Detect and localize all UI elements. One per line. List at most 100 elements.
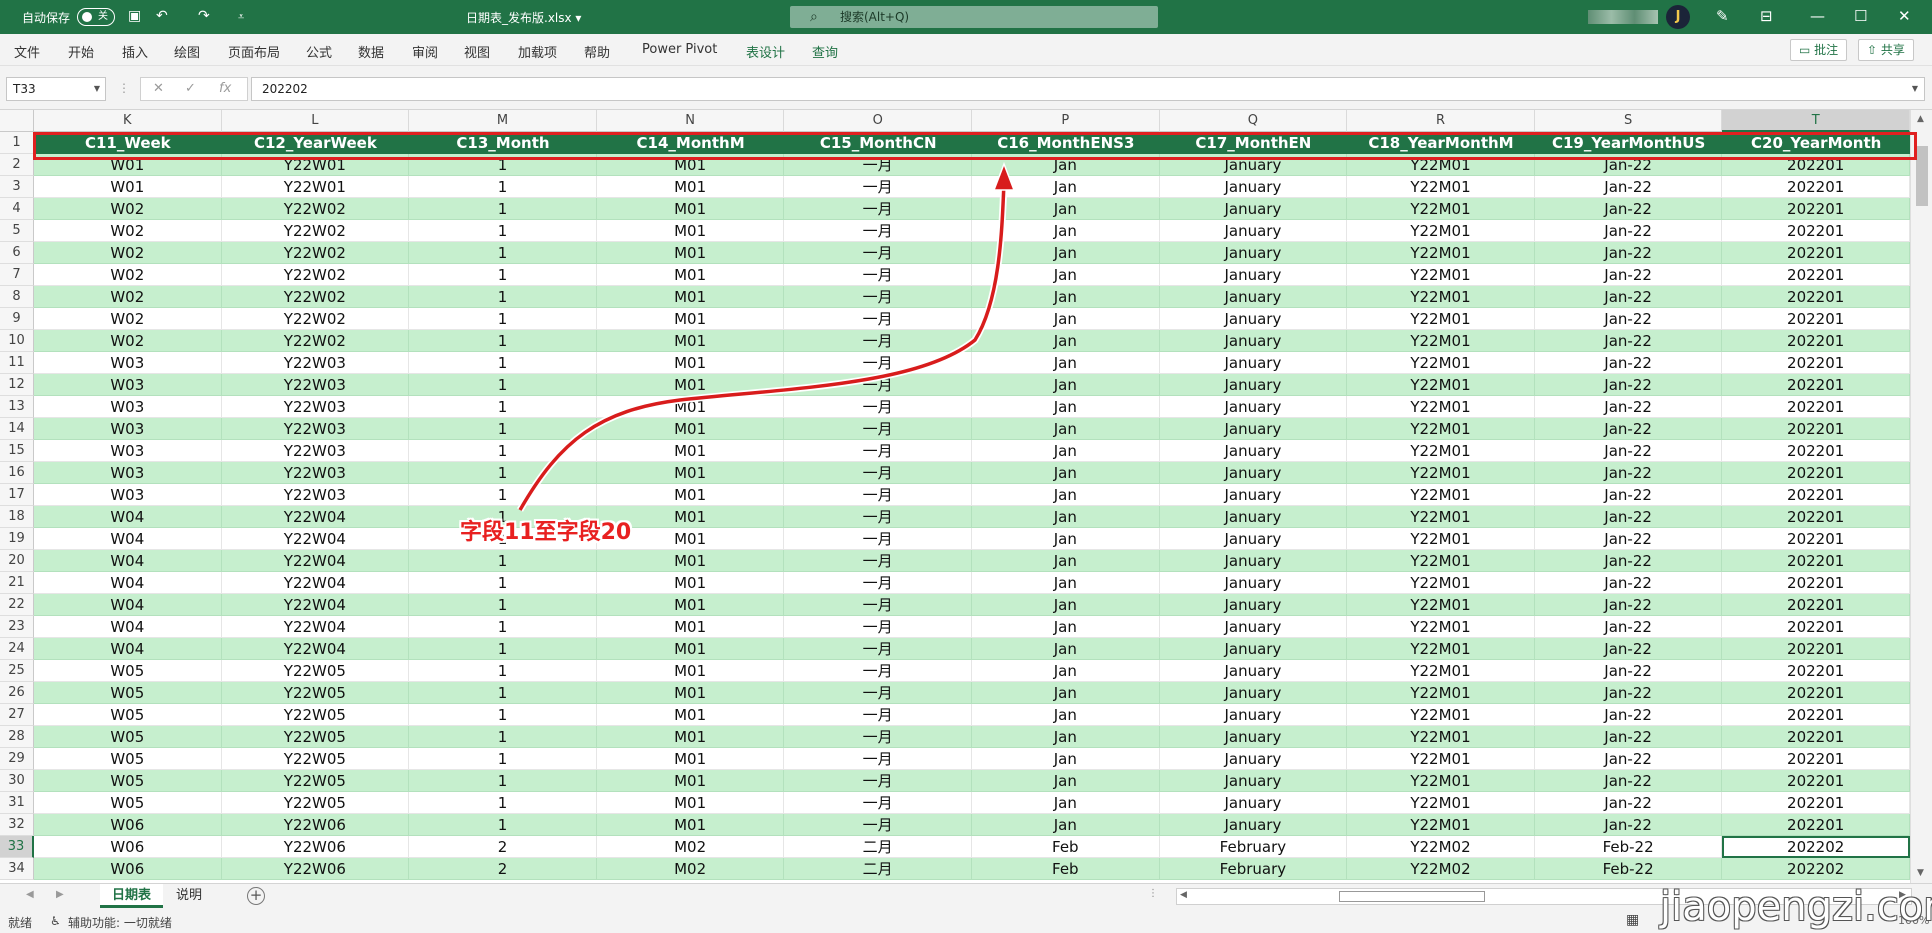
table-cell[interactable]: Jan	[972, 814, 1160, 836]
autosave-toggle[interactable]: 关	[77, 8, 115, 26]
row-header[interactable]: 6	[0, 242, 34, 264]
table-cell[interactable]: 一月	[784, 352, 972, 374]
table-cell[interactable]: Jan	[972, 770, 1160, 792]
name-box[interactable]: T33 ▼	[6, 77, 106, 101]
row-header[interactable]: 16	[0, 462, 34, 484]
row-header[interactable]: 17	[0, 484, 34, 506]
table-cell[interactable]: W04	[34, 528, 222, 550]
table-cell[interactable]: Y22M01	[1347, 242, 1535, 264]
table-cell[interactable]: W05	[34, 792, 222, 814]
table-cell[interactable]: Feb-22	[1534, 858, 1723, 880]
table-cell[interactable]: Jan	[972, 528, 1160, 550]
table-cell[interactable]: W05	[34, 660, 222, 682]
table-cell[interactable]: 1	[409, 220, 597, 242]
table-cell[interactable]: 202201	[1722, 198, 1910, 220]
table-cell[interactable]: 一月	[784, 374, 972, 396]
table-cell[interactable]: W02	[34, 286, 222, 308]
table-cell[interactable]: Y22M01	[1347, 594, 1535, 616]
table-cell[interactable]: 1	[409, 660, 597, 682]
table-cell[interactable]: M01	[596, 154, 785, 176]
table-cell[interactable]: Y22W02	[221, 198, 410, 220]
row-header[interactable]: 31	[0, 792, 34, 814]
table-cell[interactable]: Jan-22	[1534, 484, 1723, 506]
table-cell[interactable]: 202201	[1722, 308, 1910, 330]
table-cell[interactable]: 一月	[784, 616, 972, 638]
table-cell[interactable]: January	[1159, 396, 1348, 418]
column-header-n[interactable]: N	[596, 110, 785, 132]
table-cell[interactable]: 202201	[1722, 682, 1910, 704]
table-cell[interactable]: Jan-22	[1534, 704, 1723, 726]
table-cell[interactable]: Y22M01	[1347, 660, 1535, 682]
table-cell[interactable]: W06	[34, 836, 222, 858]
table-cell[interactable]: 一月	[784, 176, 972, 198]
table-cell[interactable]: M01	[596, 242, 785, 264]
table-cell[interactable]: 1	[409, 440, 597, 462]
table-cell[interactable]: Jan-22	[1534, 154, 1723, 176]
table-cell[interactable]: Y22W05	[221, 748, 410, 770]
customize-quick-access-icon[interactable]: ⩡	[238, 10, 244, 24]
table-cell[interactable]: Jan	[972, 220, 1160, 242]
table-cell[interactable]: M01	[596, 418, 785, 440]
table-cell[interactable]: 二月	[784, 836, 972, 858]
table-cell[interactable]: W03	[34, 396, 222, 418]
minimize-icon[interactable]: —	[1810, 7, 1825, 25]
table-cell[interactable]: Jan-22	[1534, 352, 1723, 374]
table-cell[interactable]: January	[1159, 176, 1348, 198]
table-cell[interactable]: Jan	[972, 330, 1160, 352]
table-cell[interactable]: Jan	[972, 440, 1160, 462]
table-cell[interactable]: Jan-22	[1534, 330, 1723, 352]
table-cell[interactable]: 202201	[1722, 770, 1910, 792]
table-cell[interactable]: Feb	[972, 858, 1160, 880]
table-cell[interactable]: Jan	[972, 616, 1160, 638]
column-header-o[interactable]: O	[784, 110, 972, 132]
table-cell[interactable]: 一月	[784, 550, 972, 572]
table-header-cell[interactable]: C18_YearMonthM	[1347, 132, 1535, 154]
table-cell[interactable]: Y22M01	[1347, 682, 1535, 704]
table-cell[interactable]: January	[1159, 726, 1348, 748]
table-cell[interactable]: W05	[34, 704, 222, 726]
table-cell[interactable]: Y22M01	[1347, 396, 1535, 418]
table-cell[interactable]: Jan	[972, 308, 1160, 330]
table-cell[interactable]: Y22M01	[1347, 572, 1535, 594]
table-cell[interactable]: Jan-22	[1534, 594, 1723, 616]
table-cell[interactable]: Jan	[972, 198, 1160, 220]
table-cell[interactable]: January	[1159, 352, 1348, 374]
table-cell[interactable]: Jan	[972, 748, 1160, 770]
tab-table-design[interactable]: 表设计	[746, 42, 785, 61]
table-cell[interactable]: Jan	[972, 396, 1160, 418]
redo-icon[interactable]: ↷	[198, 8, 210, 24]
table-cell[interactable]: W02	[34, 220, 222, 242]
table-cell[interactable]: Y22M01	[1347, 286, 1535, 308]
table-cell[interactable]: M01	[596, 396, 785, 418]
table-cell[interactable]: Jan	[972, 660, 1160, 682]
table-cell[interactable]: Jan	[972, 286, 1160, 308]
table-cell[interactable]: 1	[409, 594, 597, 616]
column-header-k[interactable]: K	[34, 110, 222, 132]
table-cell[interactable]: 1	[409, 748, 597, 770]
document-title[interactable]: 日期表_发布版.xlsx ▾	[466, 9, 581, 26]
row-header[interactable]: 23	[0, 616, 34, 638]
table-cell[interactable]: 一月	[784, 396, 972, 418]
table-cell[interactable]: M01	[596, 726, 785, 748]
table-cell[interactable]: Jan-22	[1534, 726, 1723, 748]
tab-draw[interactable]: 绘图	[174, 42, 200, 61]
comments-button[interactable]: ▭ 批注	[1790, 39, 1848, 61]
table-cell[interactable]: 202201	[1722, 550, 1910, 572]
table-cell[interactable]: 202201	[1722, 330, 1910, 352]
table-cell[interactable]: M01	[596, 616, 785, 638]
table-cell[interactable]: 202201	[1722, 726, 1910, 748]
table-cell[interactable]: M01	[596, 484, 785, 506]
row-header[interactable]: 13	[0, 396, 34, 418]
table-cell[interactable]: 一月	[784, 264, 972, 286]
tab-power-pivot[interactable]: Power Pivot	[642, 42, 717, 57]
table-cell[interactable]: January	[1159, 154, 1348, 176]
table-cell[interactable]: Jan	[972, 352, 1160, 374]
table-cell[interactable]: W01	[34, 154, 222, 176]
table-cell[interactable]: 202201	[1722, 616, 1910, 638]
table-cell[interactable]: M01	[596, 176, 785, 198]
table-cell[interactable]: 一月	[784, 286, 972, 308]
scroll-down-icon[interactable]: ▼	[1917, 868, 1924, 878]
table-cell[interactable]: Y22W06	[221, 836, 410, 858]
table-cell[interactable]: Y22W04	[221, 638, 410, 660]
table-cell[interactable]: Y22W01	[221, 154, 410, 176]
